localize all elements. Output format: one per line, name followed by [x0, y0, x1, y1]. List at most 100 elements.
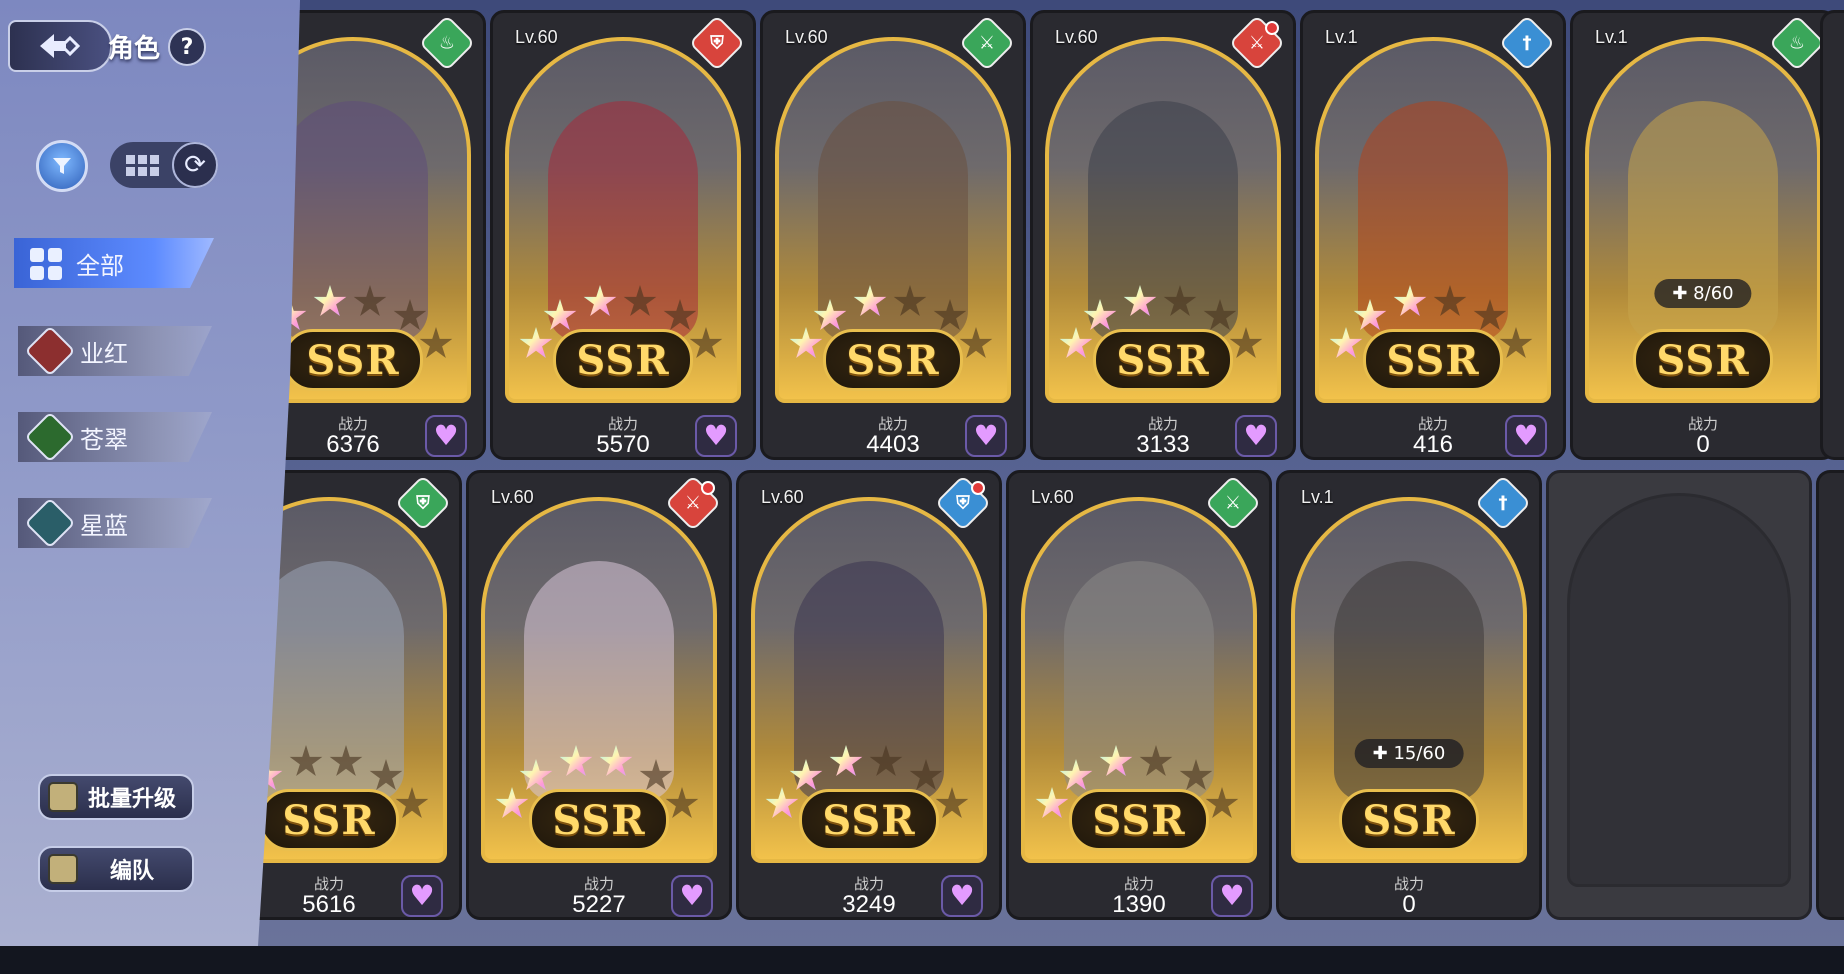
green-gem-icon [24, 412, 76, 462]
rarity-badge: SSR [1363, 329, 1503, 391]
star-icon [289, 745, 323, 776]
star-icon [1163, 285, 1197, 316]
silhouette-placeholder [1567, 493, 1791, 887]
team-button[interactable]: 编队 [38, 846, 194, 892]
star-icon [1123, 285, 1157, 316]
power-value: 0 [1696, 431, 1710, 458]
back-button[interactable] [8, 20, 112, 72]
star-icon [869, 745, 903, 776]
heart-icon[interactable]: ♥ [425, 415, 467, 457]
category-blue[interactable]: 星蓝 [18, 498, 212, 548]
star-icon [813, 299, 847, 330]
star-icon [559, 745, 593, 776]
star-icon [1433, 285, 1467, 316]
category-all[interactable]: 全部 [14, 238, 214, 288]
heart-icon[interactable]: ♥ [401, 875, 443, 917]
level-label: Lv.60 [491, 487, 534, 507]
category-label: 星蓝 [80, 511, 128, 540]
notification-dot [701, 481, 715, 495]
star-icon [663, 299, 697, 330]
level-label: Lv.60 [761, 487, 804, 507]
character-card[interactable]: Lv.1 ♨ ✚ 8/60 SSR 战力 0 [1570, 10, 1836, 460]
star-icon [369, 759, 403, 790]
help-button[interactable]: ? [168, 28, 206, 66]
level-label: Lv.60 [515, 27, 558, 47]
character-card[interactable]: Lv.60 ⚔ SSR 战力 1390 ♥ [1006, 470, 1272, 920]
rarity-badge: SSR [1633, 329, 1773, 391]
batch-upgrade-button[interactable]: 批量升级 [38, 774, 194, 820]
heart-icon[interactable]: ♥ [965, 415, 1007, 457]
character-card[interactable]: Lv.1 † SSR 战力 416 ♥ [1300, 10, 1566, 460]
batch-upgrade-label: 批量升级 [88, 787, 177, 812]
fragment-counter: ✚ 8/60 [1654, 279, 1752, 308]
heart-icon[interactable]: ♥ [941, 875, 983, 917]
notification-dot [1265, 21, 1279, 35]
filter-icon [53, 158, 71, 174]
star-icon [543, 299, 577, 330]
level-label: Lv.60 [1031, 487, 1074, 507]
star-icon [1139, 745, 1173, 776]
filter-button[interactable] [36, 140, 88, 192]
sidebar: 角色 ? ⟳ 全部 业红 苍翠 星蓝 批量升级 编队 [0, 0, 300, 946]
character-card[interactable]: Lv.60 ⛨ SSR 战力 3249 ♥ [736, 470, 1002, 920]
character-card[interactable]: Lv.60 ⛨ SSR 战力 5570 ♥ [490, 10, 756, 460]
bottom-bar [0, 946, 1844, 974]
rarity-badge: SSR [553, 329, 693, 391]
level-label: Lv.1 [1325, 27, 1358, 47]
rarity-badge: SSR [259, 789, 399, 851]
star-icon [1353, 299, 1387, 330]
level-label: Lv.60 [785, 27, 828, 47]
back-arrow-icon [40, 34, 81, 58]
star-icon [639, 759, 673, 790]
character-card-partial[interactable] [1820, 10, 1844, 460]
book-icon [48, 782, 78, 812]
character-card[interactable]: Lv.1 † ✚ 15/60 SSR 战力 0 [1276, 470, 1542, 920]
power-value: 0 [1402, 891, 1416, 918]
view-toggle[interactable]: ⟳ [110, 142, 218, 188]
star-icon [1059, 759, 1093, 790]
heart-icon[interactable]: ♥ [671, 875, 713, 917]
empty-character-slot [1546, 470, 1812, 920]
star-icon [353, 285, 387, 316]
star-icon [1473, 299, 1507, 330]
character-card[interactable]: Lv.60 ⚔ SSR 战力 5227 ♥ [466, 470, 732, 920]
category-label: 苍翠 [80, 425, 128, 454]
rarity-badge: SSR [1069, 789, 1209, 851]
star-icon [393, 299, 427, 330]
character-card-partial[interactable] [1816, 470, 1844, 920]
category-label: 业红 [80, 339, 128, 368]
star-icon [789, 759, 823, 790]
grid-view-icon [126, 154, 159, 176]
star-icon [623, 285, 657, 316]
level-label: Lv.1 [1595, 27, 1628, 47]
star-icon [1393, 285, 1427, 316]
refresh-icon[interactable]: ⟳ [172, 142, 218, 188]
star-icon [329, 745, 363, 776]
heart-icon[interactable]: ♥ [1211, 875, 1253, 917]
star-icon [313, 285, 347, 316]
character-card[interactable]: Lv.60 ⚔ SSR 战力 4403 ♥ [760, 10, 1026, 460]
game-screen: ♨ SSR 战力 6376 ♥ Lv.60 ⛨ SSR 战力 5570 ♥ Lv.60 ⚔ SSR 战力 44… [0, 0, 1844, 946]
fragment-counter: ✚ 15/60 [1354, 739, 1464, 768]
blue-gem-icon [24, 498, 76, 548]
rarity-badge: SSR [1093, 329, 1233, 391]
star-icon [1179, 759, 1213, 790]
character-card[interactable]: Lv.60 ⚔ SSR 战力 3133 ♥ [1030, 10, 1296, 460]
heart-icon[interactable]: ♥ [1505, 415, 1547, 457]
notification-dot [971, 481, 985, 495]
level-label: Lv.1 [1301, 487, 1334, 507]
star-icon [1099, 745, 1133, 776]
heart-icon[interactable]: ♥ [695, 415, 737, 457]
star-icon [519, 759, 553, 790]
rarity-badge: SSR [283, 329, 423, 391]
star-icon [599, 745, 633, 776]
star-icon [583, 285, 617, 316]
star-icon [1083, 299, 1117, 330]
page-title: 角色 [108, 34, 161, 64]
category-red[interactable]: 业红 [18, 326, 212, 376]
level-label: Lv.60 [1055, 27, 1098, 47]
rarity-badge: SSR [529, 789, 669, 851]
heart-icon[interactable]: ♥ [1235, 415, 1277, 457]
category-green[interactable]: 苍翠 [18, 412, 212, 462]
all-category-icon [30, 248, 62, 280]
